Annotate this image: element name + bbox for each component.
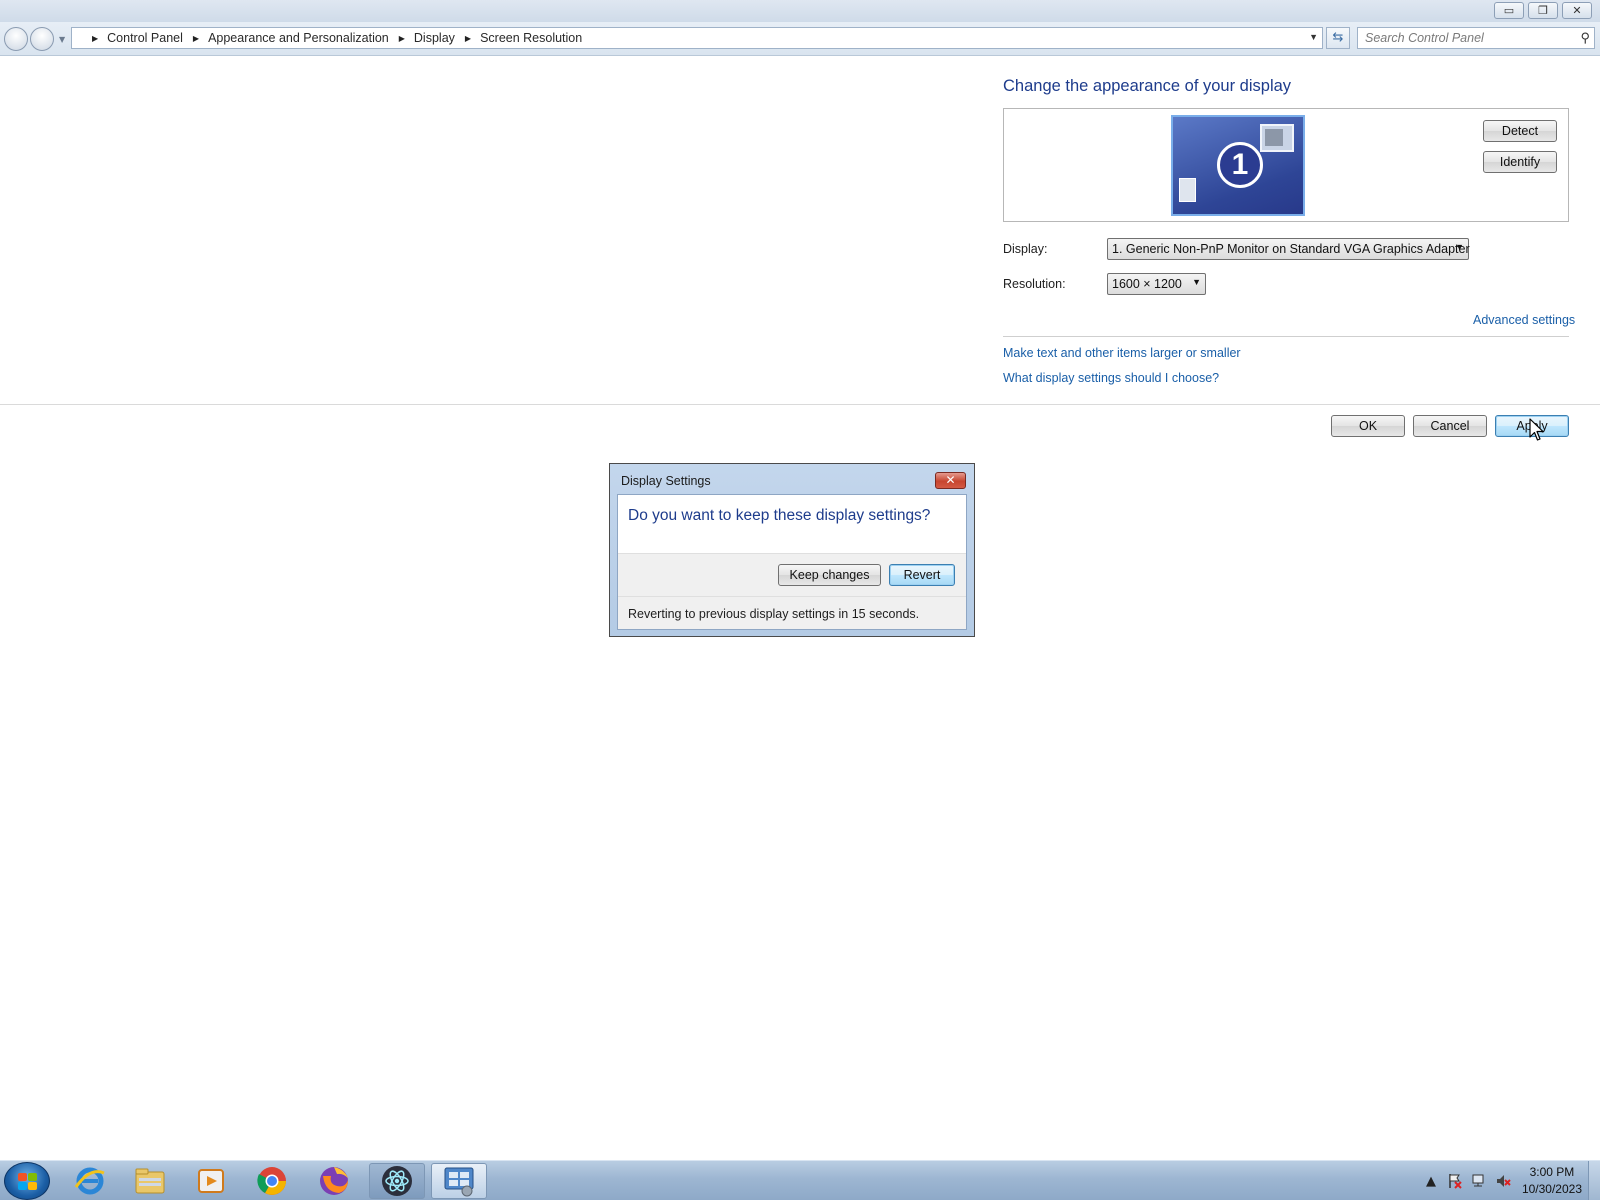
identify-button[interactable]: Identify [1483, 151, 1557, 173]
breadcrumb-appearance[interactable]: Appearance and Personalization [208, 31, 389, 45]
chevron-down-icon: ▼ [1455, 242, 1464, 252]
control-panel-taskbar-icon[interactable] [431, 1163, 487, 1199]
restore-icon: ❐ [1538, 4, 1548, 17]
close-window-button[interactable]: ✕ [1562, 2, 1592, 19]
electron-app-taskbar-icon[interactable] [369, 1163, 425, 1199]
chevron-right-icon[interactable]: ▶ [399, 34, 405, 43]
minimize-button[interactable]: ▭ [1494, 2, 1524, 19]
breadcrumb-control-panel[interactable]: Control Panel [107, 31, 183, 45]
recent-pages-dropdown-icon[interactable]: ▼ [59, 35, 65, 44]
electron-icon [382, 1166, 412, 1196]
dialog-body: Do you want to keep these display settin… [617, 494, 967, 630]
network-icon-graphic [1472, 1174, 1484, 1187]
close-icon: ✕ [1572, 4, 1582, 17]
chevron-down-icon: ▼ [1192, 277, 1201, 287]
minimize-icon: ▭ [1503, 4, 1515, 17]
revert-button[interactable]: Revert [889, 564, 955, 586]
text-size-link[interactable]: Make text and other items larger or smal… [1003, 346, 1241, 360]
monitor-thumbnail[interactable]: 1 [1171, 115, 1305, 216]
display-label: Display: [1003, 242, 1048, 256]
ok-button[interactable]: OK [1331, 415, 1405, 437]
address-dropdown-icon[interactable]: ▼ [1309, 32, 1318, 42]
resolution-label: Resolution: [1003, 277, 1066, 291]
action-center-icon[interactable] [1444, 1170, 1466, 1192]
chevron-right-icon[interactable]: ▶ [92, 34, 98, 43]
close-icon: ✕ [945, 473, 956, 487]
media-player-icon [198, 1169, 224, 1193]
windows-logo-icon [18, 1173, 38, 1191]
chrome-taskbar-icon[interactable] [244, 1163, 300, 1199]
breadcrumb-display[interactable]: Display [414, 31, 455, 45]
internet-explorer-taskbar-icon[interactable] [62, 1163, 118, 1199]
restore-button[interactable]: ❐ [1528, 2, 1558, 19]
search-placeholder: Search Control Panel [1365, 31, 1484, 45]
breadcrumb[interactable]: ▶ Control Panel ▶ Appearance and Persona… [71, 27, 1323, 49]
cancel-button[interactable]: Cancel [1413, 415, 1487, 437]
folder-icon [135, 1168, 165, 1194]
refresh-icon: ⇆ [1332, 30, 1344, 45]
back-button[interactable] [4, 27, 28, 51]
display-settings-dialog: Display Settings ✕ Do you want to keep t… [609, 463, 975, 637]
firefox-taskbar-icon[interactable] [306, 1163, 362, 1199]
mouse-cursor-icon [1529, 418, 1544, 441]
divider [0, 404, 1600, 405]
clock-date: 10/30/2023 [1521, 1182, 1582, 1196]
display-settings-help-link[interactable]: What display settings should I choose? [1003, 371, 1219, 385]
show-desktop-button[interactable] [1588, 1161, 1600, 1200]
clock-time: 3:00 PM [1529, 1165, 1575, 1179]
system-clock[interactable]: 3:00 PM 10/30/2023 [1522, 1164, 1582, 1198]
window-titlebar: ▭ ❐ ✕ [0, 0, 1600, 22]
window-controls: ▭ ❐ ✕ [1494, 2, 1592, 19]
divider [1003, 336, 1569, 337]
refresh-button[interactable]: ⇆ [1326, 27, 1350, 49]
search-input[interactable]: Search Control Panel ⚲ [1357, 27, 1595, 49]
show-hidden-icons-icon[interactable]: ▲ [1420, 1170, 1442, 1192]
chrome-icon [257, 1167, 286, 1195]
monitor-window-graphic [1260, 124, 1294, 152]
advanced-settings-link[interactable]: Advanced settings [1473, 313, 1575, 327]
search-icon[interactable]: ⚲ [1580, 30, 1590, 46]
monitor-number-badge: 1 [1217, 142, 1263, 188]
chevron-right-icon[interactable]: ▶ [193, 34, 199, 43]
media-player-taskbar-icon[interactable] [182, 1163, 238, 1199]
firefox-icon [320, 1167, 348, 1195]
keep-changes-button[interactable]: Keep changes [778, 564, 881, 586]
resolution-select-value: 1600 × 1200 [1112, 277, 1182, 291]
divider [618, 596, 966, 597]
breadcrumb-screen-resolution[interactable]: Screen Resolution [480, 31, 582, 45]
dialog-footer: Keep changes Revert Reverting to previou… [618, 553, 966, 629]
countdown-text: Reverting to previous display settings i… [628, 607, 920, 621]
resolution-select[interactable]: 1600 × 1200 ▼ [1107, 273, 1206, 295]
taskbar: ▲ 3:00 PM 10/30/2023 [0, 1160, 1600, 1200]
display-select-value: 1. Generic Non-PnP Monitor on Standard V… [1112, 242, 1470, 256]
chevron-right-icon[interactable]: ▶ [465, 34, 471, 43]
internet-explorer-icon [74, 1167, 105, 1195]
monitor-sidebar-graphic [1179, 178, 1196, 202]
system-tray: ▲ 3:00 PM 10/30/2023 [1418, 1161, 1600, 1200]
file-explorer-taskbar-icon[interactable] [122, 1163, 178, 1199]
address-bar: ▼ ▶ Control Panel ▶ Appearance and Perso… [0, 22, 1600, 56]
flag-warning-icon [1449, 1174, 1462, 1189]
detect-button[interactable]: Detect [1483, 120, 1557, 142]
dialog-close-button[interactable]: ✕ [935, 472, 966, 489]
network-icon[interactable] [1468, 1170, 1490, 1192]
dialog-question: Do you want to keep these display settin… [628, 507, 931, 524]
dialog-title: Display Settings [621, 474, 711, 488]
page-title: Change the appearance of your display [1003, 77, 1292, 95]
control-panel-icon [444, 1167, 474, 1197]
forward-button[interactable] [30, 27, 54, 51]
volume-icon[interactable] [1492, 1170, 1514, 1192]
speaker-muted-icon [1496, 1175, 1511, 1187]
start-button[interactable] [4, 1162, 50, 1200]
display-select[interactable]: 1. Generic Non-PnP Monitor on Standard V… [1107, 238, 1470, 260]
